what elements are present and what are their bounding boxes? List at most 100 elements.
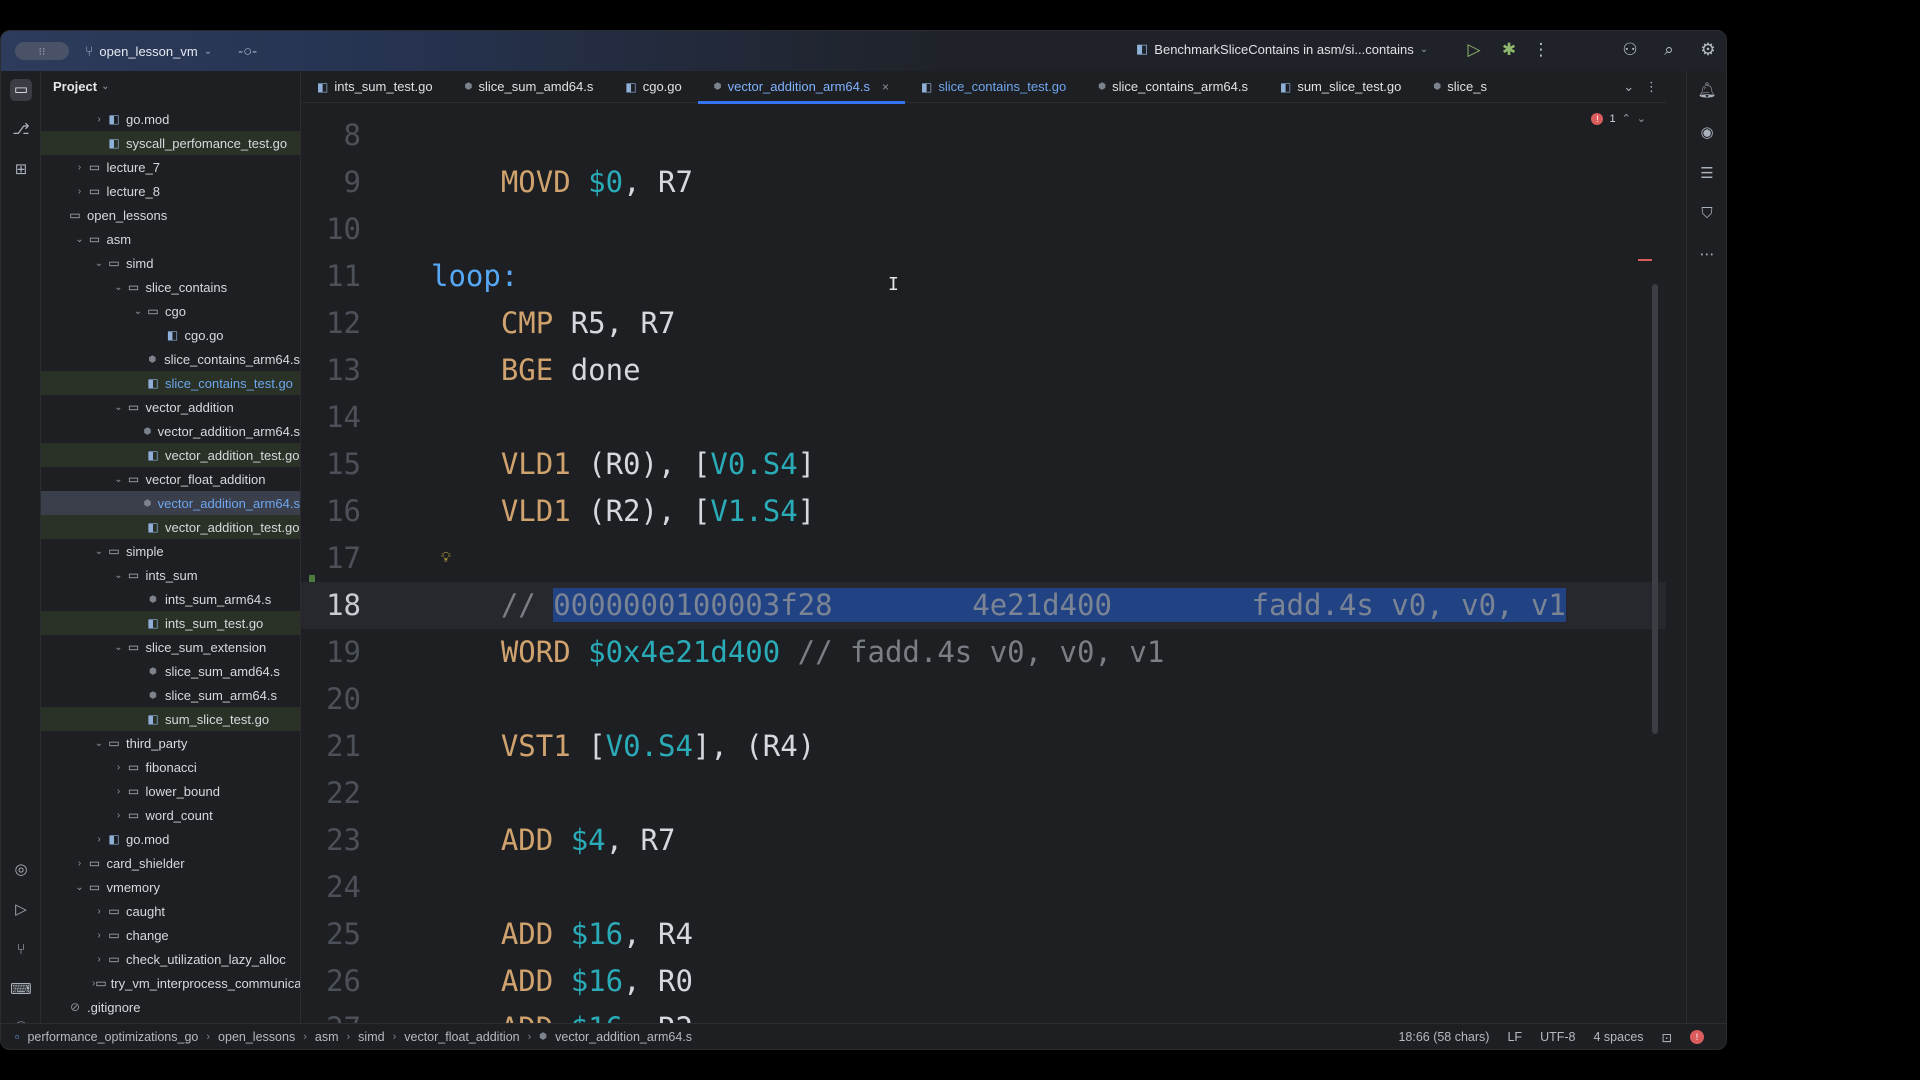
editor-scrollbar[interactable] bbox=[1652, 284, 1658, 734]
editor-tab[interactable]: ⬢ slice_contains_arm64.s bbox=[1082, 71, 1264, 103]
tree-item[interactable]: › ◧ go.mod bbox=[41, 107, 300, 131]
lock-icon[interactable]: ⊡ bbox=[1662, 1030, 1672, 1045]
code-line[interactable]: 18 // 0000000100003f28 4e21d400 fadd.4s … bbox=[301, 582, 1666, 629]
chevron-right-icon[interactable]: › bbox=[92, 114, 106, 125]
breadcrumb-item[interactable]: asm bbox=[315, 1030, 339, 1044]
breadcrumb-item[interactable]: vector_float_addition bbox=[404, 1030, 519, 1044]
tree-item[interactable]: ⌄ ▭ vmemory bbox=[41, 875, 300, 899]
run-configuration-selector[interactable]: ◧ BenchmarkSliceContains in asm/si...con… bbox=[1136, 41, 1428, 57]
code-line[interactable]: 13 BGE done bbox=[301, 347, 1666, 394]
chevron-right-icon[interactable]: › bbox=[112, 786, 126, 797]
tree-item[interactable]: › ▭ lecture_7 bbox=[41, 155, 300, 179]
tree-item[interactable]: ◧ slice_contains_test.go bbox=[41, 371, 300, 395]
tree-item[interactable]: › ▭ check_utilization_lazy_alloc bbox=[41, 947, 300, 971]
tree-item[interactable]: › ▭ card_shielder bbox=[41, 851, 300, 875]
database-icon[interactable]: ☰ bbox=[1696, 164, 1718, 182]
tree-item[interactable]: › ▭ word_count bbox=[41, 803, 300, 827]
indent-setting[interactable]: 4 spaces bbox=[1593, 1030, 1643, 1044]
tree-item[interactable]: ◧ vector_addition_test.go bbox=[41, 515, 300, 539]
chevron-down-icon[interactable]: ⌄ bbox=[131, 306, 145, 317]
commit-tool-icon[interactable]: ⎇ bbox=[10, 119, 32, 141]
search-icon[interactable]: ⌕ bbox=[1658, 40, 1680, 60]
chevron-down-icon[interactable]: ⌄ bbox=[112, 282, 126, 293]
project-tool-icon[interactable]: ▭ bbox=[10, 79, 32, 101]
code-line[interactable]: 25 ADD $16, R4 bbox=[301, 911, 1666, 958]
tree-item[interactable]: ◧ ints_sum_test.go bbox=[41, 611, 300, 635]
tree-item[interactable]: ⬢ vector_addition_arm64.s bbox=[41, 491, 300, 515]
chevron-right-icon[interactable]: › bbox=[112, 810, 126, 821]
tree-item[interactable]: ⌄ ▭ simple bbox=[41, 539, 300, 563]
editor-tab[interactable]: ⬢ slice_sum_amd64.s bbox=[449, 71, 610, 103]
run-icon[interactable]: ▷ bbox=[1463, 40, 1485, 60]
git-tool-icon[interactable]: ⑂ bbox=[10, 939, 32, 961]
chevron-right-icon[interactable]: › bbox=[73, 858, 87, 869]
chevron-down-icon[interactable]: ⌄ bbox=[112, 402, 126, 413]
chevron-down-icon[interactable]: ⌄ bbox=[73, 882, 87, 893]
tree-item[interactable]: ⌄ ▭ slice_sum_extension bbox=[41, 635, 300, 659]
line-separator[interactable]: LF bbox=[1507, 1030, 1522, 1044]
tree-item[interactable]: › ▭ try_vm_interprocess_communica bbox=[41, 971, 300, 995]
chevron-down-icon[interactable]: ⌄ bbox=[92, 258, 106, 269]
chevron-down-icon[interactable]: ⌄ bbox=[92, 738, 106, 749]
chevron-right-icon[interactable]: › bbox=[112, 762, 126, 773]
tree-item[interactable]: ⊘ .gitignore bbox=[41, 995, 300, 1019]
tree-item[interactable]: ⬢ slice_sum_amd64.s bbox=[41, 659, 300, 683]
tree-item[interactable]: ◧ cgo.go bbox=[41, 323, 300, 347]
tree-item[interactable]: ⬢ slice_sum_arm64.s bbox=[41, 683, 300, 707]
gear-icon[interactable]: ⚙ bbox=[1697, 40, 1719, 60]
vcs-commit-icon[interactable]: -○- bbox=[238, 43, 257, 60]
code-line[interactable]: 15 VLD1 (R0), [V0.S4] bbox=[301, 441, 1666, 488]
ai-assistant-icon[interactable]: ◉ bbox=[1696, 123, 1718, 141]
tree-item[interactable]: ⌄ ▭ cgo bbox=[41, 299, 300, 323]
tree-item[interactable]: › ◧ go.mod bbox=[41, 827, 300, 851]
editor-tab[interactable]: ◧ ints_sum_test.go bbox=[301, 71, 449, 103]
run-tool-icon[interactable]: ▷ bbox=[10, 899, 32, 921]
code-editor[interactable]: ! 1 ⌃ ⌄ I 89 MOVD $0, R7 10 11 loop: 12 CMP … bbox=[301, 104, 1666, 1023]
terminal-tool-icon[interactable]: ⌨ bbox=[10, 979, 32, 1001]
chevron-down-icon[interactable]: ⌄ bbox=[112, 642, 126, 653]
tree-item[interactable]: ⬢ ints_sum_arm64.s bbox=[41, 587, 300, 611]
code-line[interactable]: 27 ADD $16, R2 bbox=[301, 1005, 1666, 1023]
tree-item[interactable]: ▭ open_lessons bbox=[41, 203, 300, 227]
chevron-right-icon[interactable]: › bbox=[92, 906, 106, 917]
code-line[interactable]: 19 WORD $0x4e21d400 // fadd.4s v0, v0, v… bbox=[301, 629, 1666, 676]
chevron-down-icon[interactable]: ⌄ bbox=[73, 234, 87, 245]
code-line[interactable]: 22 bbox=[301, 770, 1666, 817]
close-icon[interactable]: × bbox=[882, 80, 889, 94]
editor-tab[interactable]: ◧ cgo.go bbox=[609, 71, 697, 103]
code-line[interactable]: 17 bbox=[301, 535, 1666, 582]
caret-position[interactable]: 18:66 (58 chars) bbox=[1398, 1030, 1489, 1044]
tree-item[interactable]: ◧ vector_addition_test.go bbox=[41, 443, 300, 467]
tree-item[interactable]: ⬢ vector_addition_arm64.s bbox=[41, 419, 300, 443]
error-icon[interactable]: ! bbox=[1690, 1030, 1704, 1044]
more-actions-icon[interactable]: ⋮ bbox=[1530, 40, 1552, 60]
code-line[interactable]: 8 bbox=[301, 112, 1666, 159]
editor-tab[interactable]: ◧ slice_contains_test.go bbox=[905, 71, 1082, 103]
debug-icon[interactable]: ✱ bbox=[1498, 40, 1520, 60]
project-switcher[interactable]: ⑂ open_lesson_vm ⌄ bbox=[85, 43, 212, 59]
code-line[interactable]: 21 VST1 [V0.S4], (R4) bbox=[301, 723, 1666, 770]
tree-item[interactable]: › ▭ lower_bound bbox=[41, 779, 300, 803]
editor-tab[interactable]: ⬢ vector_addition_arm64.s × bbox=[697, 71, 906, 104]
tree-item[interactable]: ⌄ ▭ slice_contains bbox=[41, 275, 300, 299]
shield-icon[interactable]: ⛉ bbox=[1696, 205, 1718, 222]
breadcrumb-item[interactable]: simd bbox=[358, 1030, 384, 1044]
tree-item[interactable]: ◧ sum_slice_test.go bbox=[41, 707, 300, 731]
editor-tab[interactable]: ◧ sum_slice_test.go bbox=[1264, 71, 1417, 103]
tree-item[interactable]: › ▭ caught bbox=[41, 899, 300, 923]
tree-item[interactable]: ⌄ ▭ vector_float_addition bbox=[41, 467, 300, 491]
code-line[interactable]: 23 ADD $4, R7 bbox=[301, 817, 1666, 864]
code-line[interactable]: 10 bbox=[301, 206, 1666, 253]
chevron-right-icon[interactable]: › bbox=[92, 954, 106, 965]
code-line[interactable]: 24 bbox=[301, 864, 1666, 911]
tree-item[interactable]: ⌄ ▭ simd bbox=[41, 251, 300, 275]
chevron-right-icon[interactable]: › bbox=[92, 930, 106, 941]
code-line[interactable]: 12 CMP R5, R7 bbox=[301, 300, 1666, 347]
project-panel-header[interactable]: Project ⌄ bbox=[41, 71, 300, 101]
notifications-icon[interactable]: 🔔︎ bbox=[1696, 81, 1718, 99]
code-line[interactable]: 16 VLD1 (R2), [V1.S4] bbox=[301, 488, 1666, 535]
tree-item[interactable]: › ▭ fibonacci bbox=[41, 755, 300, 779]
structure-tool-icon[interactable]: ⊞ bbox=[10, 159, 32, 181]
tree-item[interactable]: ⌄ ▭ vector_addition bbox=[41, 395, 300, 419]
tree-item[interactable]: ⌄ ▭ asm bbox=[41, 227, 300, 251]
